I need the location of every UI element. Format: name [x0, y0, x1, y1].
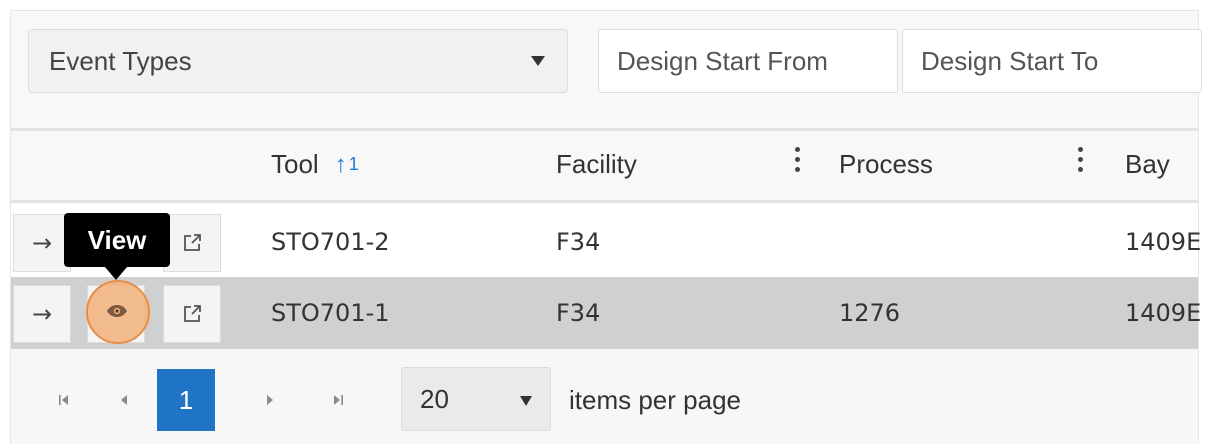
column-header-process[interactable]: Process [839, 149, 933, 180]
previous-page-button[interactable] [95, 369, 153, 431]
first-page-icon [59, 395, 68, 405]
page-size-value: 20 [420, 383, 449, 414]
sort-ascending-icon: ↑ [334, 150, 347, 178]
event-types-label: Event Types [49, 45, 192, 76]
page-size-select[interactable]: 20 [401, 367, 551, 431]
tooltip-text: View [87, 224, 147, 255]
first-page-button[interactable] [35, 369, 93, 431]
column-header-process-label: Process [839, 149, 933, 179]
caret-down-icon [531, 56, 545, 66]
table-row[interactable]: → STO701-2 F34 1409E [11, 206, 1202, 278]
items-per-page-label: items per page [569, 385, 741, 415]
filter-bar: Event Types Design Start From Design Sta… [10, 10, 1202, 128]
next-page-button[interactable] [241, 369, 299, 431]
column-header-tool[interactable]: Tool ↑ 1 [271, 149, 359, 180]
previous-page-icon [121, 395, 127, 405]
process-cell: 1276 [839, 299, 901, 327]
sort-order-number: 1 [348, 154, 359, 174]
external-link-icon [184, 305, 201, 322]
facility-cell: F34 [556, 228, 601, 256]
data-grid: Tool ↑ 1 Facility Process Bay → STO701-2… [10, 128, 1202, 444]
open-button[interactable] [163, 214, 221, 272]
last-page-icon [334, 395, 343, 405]
go-button[interactable]: → [13, 285, 71, 343]
bay-cell: 1409E [1125, 228, 1202, 256]
caret-down-icon [520, 396, 532, 406]
grid-header: Tool ↑ 1 Facility Process Bay [11, 131, 1198, 203]
design-start-from-placeholder: Design Start From [617, 45, 828, 76]
tool-cell: STO701-2 [271, 228, 390, 256]
tooltip-arrow [105, 267, 127, 280]
eye-icon[interactable] [106, 304, 128, 318]
table-row[interactable]: → STO701-1 F34 1276 1409E [11, 277, 1202, 349]
go-button[interactable]: → [13, 214, 71, 272]
design-start-to-input[interactable]: Design Start To [902, 29, 1202, 93]
design-start-to-placeholder: Design Start To [921, 45, 1099, 76]
pager: 1 20 items per page [11, 349, 1198, 444]
column-header-facility[interactable]: Facility [556, 149, 637, 180]
event-types-select[interactable]: Event Types [28, 29, 568, 93]
column-header-bay[interactable]: Bay [1125, 149, 1170, 180]
facility-column-menu-icon[interactable] [795, 147, 801, 177]
column-header-facility-label: Facility [556, 149, 637, 179]
column-header-bay-label: Bay [1125, 149, 1170, 179]
arrow-right-icon: → [31, 300, 53, 328]
open-button[interactable] [163, 285, 221, 343]
process-column-menu-icon[interactable] [1078, 147, 1084, 177]
next-page-icon [267, 395, 273, 405]
arrow-right-icon: → [31, 229, 53, 257]
page-1-button[interactable]: 1 [157, 369, 215, 431]
view-tooltip: View [64, 213, 170, 267]
external-link-icon [184, 234, 201, 251]
bay-cell: 1409E [1125, 299, 1202, 327]
column-header-tool-label: Tool [271, 149, 319, 179]
last-page-button[interactable] [309, 369, 367, 431]
facility-cell: F34 [556, 299, 601, 327]
tool-cell: STO701-1 [271, 299, 390, 327]
current-page-number: 1 [178, 384, 194, 415]
design-start-from-input[interactable]: Design Start From [598, 29, 898, 93]
